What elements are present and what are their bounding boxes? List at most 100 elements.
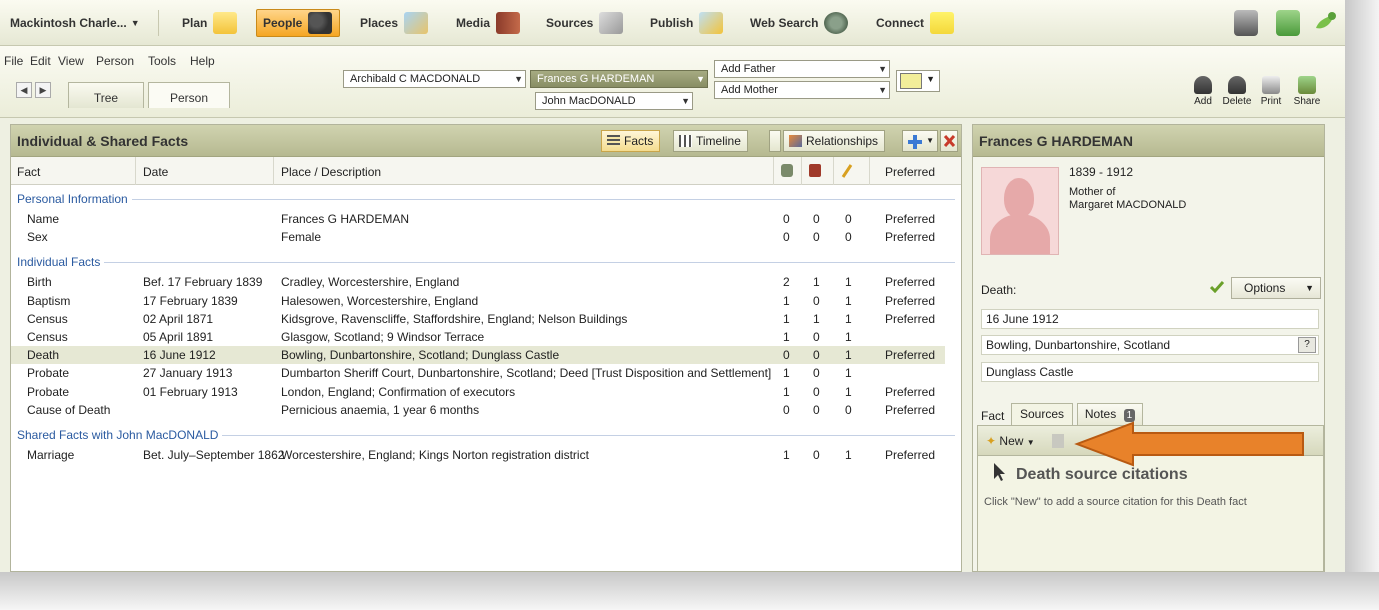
forward-button[interactable]: ▶ xyxy=(35,82,51,98)
copy-citation-icon[interactable] xyxy=(1052,434,1064,448)
menu-view[interactable]: View xyxy=(58,54,84,68)
fact-row[interactable]: Census 05 April 1891 Glasgow, Scotland; 9 … xyxy=(11,328,945,346)
delete-fact-button[interactable] xyxy=(940,130,958,152)
publish-icon xyxy=(699,12,724,34)
new-star-icon: ✦ xyxy=(986,434,997,448)
media-column-icon[interactable] xyxy=(809,164,821,177)
chevron-down-icon: ▼ xyxy=(878,64,887,74)
tab-tree[interactable]: Tree xyxy=(68,82,144,108)
menu-help[interactable]: Help xyxy=(190,54,215,68)
facts-panel-header: Individual & Shared Facts Facts Timeline… xyxy=(11,125,961,157)
options-button[interactable]: Options ▼ xyxy=(1231,277,1321,299)
fact-group-label: Personal Information xyxy=(17,192,128,206)
fact-row[interactable]: Sex Female 0 0 0 Preferred xyxy=(11,228,945,246)
relationships-view-button[interactable]: Relationships xyxy=(783,130,886,152)
menu-file[interactable]: File xyxy=(4,54,23,68)
timeline-view-button[interactable]: Timeline xyxy=(673,130,748,152)
tree-sync-icon[interactable] xyxy=(1276,10,1300,36)
fact-date: 01 February 1913 xyxy=(143,384,238,399)
new-citation-button[interactable]: ✦ New ▼ xyxy=(982,431,1039,451)
child-select[interactable]: John MacDONALD ▼ xyxy=(535,92,693,110)
fact-row[interactable]: Birth Bef. 17 February 1839 Cradley, Worce… xyxy=(11,273,945,291)
share-button[interactable]: Share xyxy=(1287,76,1327,107)
fact-note-count: 1 xyxy=(845,330,852,344)
chevron-down-icon: ▼ xyxy=(878,85,887,95)
source-citation-icon[interactable] xyxy=(781,164,793,177)
timeline-dropdown[interactable] xyxy=(769,130,781,152)
nav-media[interactable]: Media xyxy=(450,9,526,37)
person-selector[interactable]: Mackintosh Charle... ▼ xyxy=(4,9,146,37)
column-fact[interactable]: Fact xyxy=(17,165,40,179)
relationships-icon xyxy=(789,135,802,147)
account-icon[interactable] xyxy=(1234,10,1258,36)
print-button[interactable]: Print xyxy=(1251,76,1291,107)
fact-media-count: 0 xyxy=(813,402,820,417)
fact-row[interactable]: Marriage Bet. July–September 1862 Worceste… xyxy=(11,446,945,464)
fact-name: Probate xyxy=(27,384,70,399)
fact-preferred: Preferred xyxy=(885,448,936,462)
fact-row[interactable]: Baptism 17 February 1839 Halesowen, Worces… xyxy=(11,292,945,310)
column-date[interactable]: Date xyxy=(143,165,168,179)
fact-source-count: 0 xyxy=(783,348,790,363)
fact-row[interactable]: Cause of Death Pernicious anaemia, 1 year… xyxy=(11,401,945,419)
place-lookup-icon[interactable]: ? xyxy=(1298,337,1316,353)
fact-group-header: Personal Information xyxy=(17,192,955,206)
add-father-select[interactable]: Add Father ▼ xyxy=(714,60,890,78)
fact-media-count: 0 xyxy=(813,448,820,462)
menu-person[interactable]: Person xyxy=(96,54,134,68)
nav-web-search[interactable]: Web Search xyxy=(744,9,854,37)
fact-media-count: 1 xyxy=(813,275,820,290)
menu-edit[interactable]: Edit xyxy=(30,54,51,68)
tab-sources[interactable]: Sources xyxy=(1011,403,1073,425)
add-mother-select[interactable]: Add Mother ▼ xyxy=(714,81,890,99)
nav-plan[interactable]: Plan xyxy=(176,9,243,37)
fact-date: 05 April 1891 xyxy=(143,330,214,344)
facts-view-button[interactable]: Facts xyxy=(601,130,661,152)
person-photo[interactable] xyxy=(981,167,1059,255)
quill-icon xyxy=(599,12,624,34)
print-icon xyxy=(1262,76,1280,94)
fact-preferred: Preferred xyxy=(885,212,936,226)
fact-place: Cradley, Worcestershire, England xyxy=(281,275,460,290)
fact-row[interactable]: Census 02 April 1871 Kidsgrove, Ravensclif… xyxy=(11,310,945,328)
fact-media-count: 0 xyxy=(813,366,820,381)
fact-preferred: Preferred xyxy=(885,348,936,363)
fact-name: Name xyxy=(27,212,60,226)
fact-date-field[interactable]: 16 June 1912 xyxy=(981,309,1319,329)
person-panel-header: Frances G HARDEMAN xyxy=(973,125,1324,157)
nav-connect[interactable]: Connect xyxy=(870,9,960,37)
menu-tools[interactable]: Tools xyxy=(148,54,176,68)
fact-description-field[interactable]: Dunglass Castle xyxy=(981,362,1319,382)
fact-row[interactable]: Probate 27 January 1913 Dumbarton Sheriff … xyxy=(11,364,945,382)
fact-source-count: 1 xyxy=(783,330,790,344)
relation-label: Mother of xyxy=(1069,186,1116,198)
fact-media-count: 0 xyxy=(813,230,820,245)
fact-row[interactable]: Death 16 June 1912 Bowling, Dunbartonshire… xyxy=(11,346,945,365)
column-place[interactable]: Place / Description xyxy=(281,165,381,179)
fact-place: Frances G HARDEMAN xyxy=(281,212,410,226)
nav-places[interactable]: Places xyxy=(354,9,434,37)
leaf-hint-icon[interactable] xyxy=(1312,10,1338,36)
current-person-select[interactable]: Frances G HARDEMAN ▼ xyxy=(530,70,708,88)
nav-sources[interactable]: Sources xyxy=(540,9,629,37)
fact-place-field[interactable]: Bowling, Dunbartonshire, Scotland ? xyxy=(981,335,1319,355)
nav-publish[interactable]: Publish xyxy=(644,9,729,37)
sticky-note-icon xyxy=(930,12,954,34)
add-fact-button[interactable]: ▼ xyxy=(902,130,938,152)
back-button[interactable]: ◀ xyxy=(16,82,32,98)
relation-name-link[interactable]: Margaret MACDONALD xyxy=(1069,199,1186,211)
nav-people[interactable]: People xyxy=(256,9,340,37)
tab-person[interactable]: Person xyxy=(148,82,230,108)
fact-media-count: 0 xyxy=(813,384,820,399)
fact-place: Worcestershire, England; Kings Norton re… xyxy=(281,448,589,462)
spouse-select[interactable]: Archibald C MACDONALD ▼ xyxy=(343,70,526,88)
fact-row[interactable]: Probate 01 February 1913 London, England; … xyxy=(11,383,945,401)
notes-pencil-icon[interactable] xyxy=(841,164,853,178)
fact-place: Glasgow, Scotland; 9 Windsor Terrace xyxy=(281,330,485,344)
column-preferred[interactable]: Preferred xyxy=(885,165,935,179)
delete-person-icon xyxy=(1228,76,1246,94)
fact-note-count: 0 xyxy=(845,212,852,226)
family-view-button[interactable]: ▼ xyxy=(896,70,940,92)
fact-note-count: 1 xyxy=(845,348,852,363)
fact-row[interactable]: Name Frances G HARDEMAN 0 0 0 Preferred xyxy=(11,210,945,228)
